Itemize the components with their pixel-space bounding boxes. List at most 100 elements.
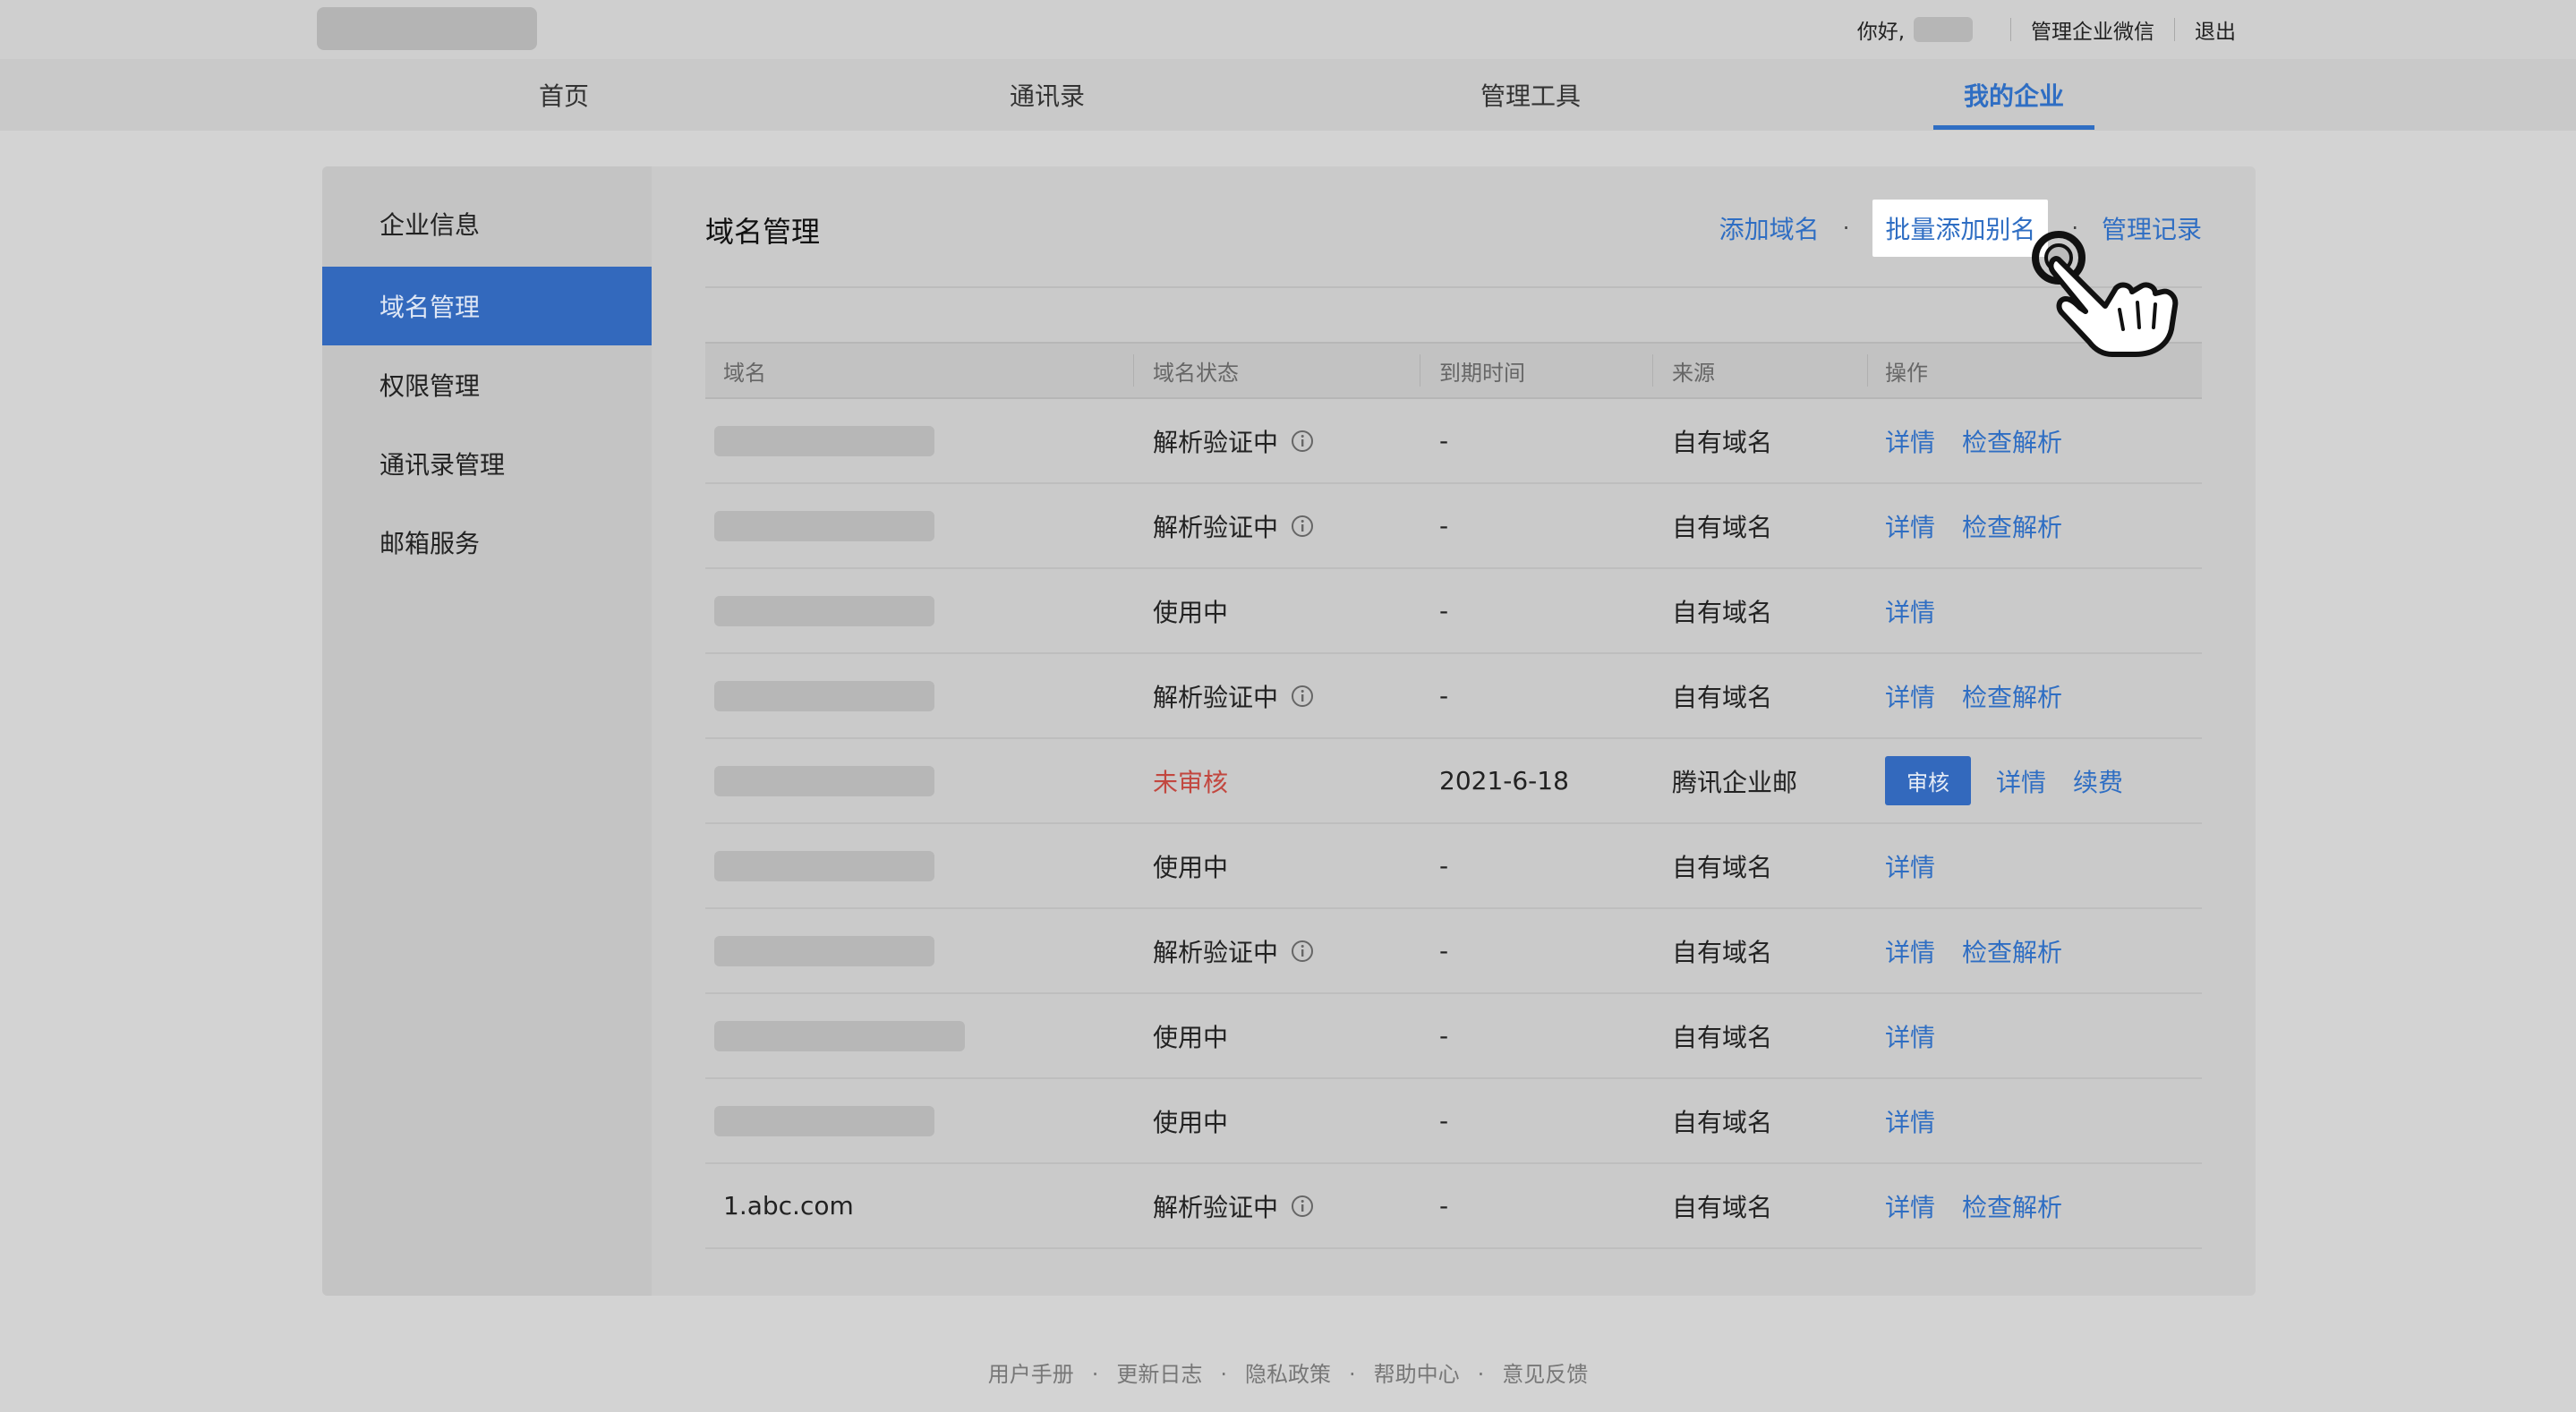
nav-tools[interactable]: 管理工具 xyxy=(1441,59,1620,131)
status-cell: 未审核 xyxy=(1153,739,1228,822)
check-dns-link[interactable]: 检查解析 xyxy=(1962,1188,2062,1224)
domain-redacted xyxy=(714,850,934,881)
table-row: 解析验证中 - 自有域名 详情 检查解析 xyxy=(705,909,2202,994)
details-link[interactable]: 详情 xyxy=(1885,933,1935,969)
details-link[interactable]: 详情 xyxy=(1885,1018,1935,1054)
source-cell: 自有域名 xyxy=(1672,682,1773,712)
source-cell: 自有域名 xyxy=(1672,427,1773,457)
domain-cell xyxy=(714,399,934,482)
source-cell: 自有域名 xyxy=(1672,1107,1773,1137)
expiry-cell: - xyxy=(1439,1021,1449,1050)
expiry-cell: - xyxy=(1439,936,1449,965)
domain-redacted xyxy=(714,595,934,626)
details-link[interactable]: 详情 xyxy=(1996,763,2046,799)
actions-cell: 详情 检查解析 xyxy=(1885,484,2089,567)
source-cell: 自有域名 xyxy=(1672,1192,1773,1222)
domain-cell: 1.abc.com xyxy=(723,1164,854,1247)
sidebar-item-mail-service[interactable]: 邮箱服务 xyxy=(322,503,652,582)
status-cell: 解析验证中 xyxy=(1153,1164,1314,1247)
actions-cell: 详情 xyxy=(1885,994,1962,1077)
domain-redacted xyxy=(714,680,934,711)
add-domain-link[interactable]: 添加域名 xyxy=(1719,210,1820,246)
expiry-cell: - xyxy=(1439,596,1449,625)
actions-cell: 详情 xyxy=(1885,1079,1962,1162)
batch-add-alias-link[interactable]: 批量添加别名 xyxy=(1872,200,2049,257)
domain-cell xyxy=(714,739,934,822)
footer-changelog[interactable]: 更新日志 xyxy=(1116,1362,1202,1387)
footer: 用户手册 · 更新日志 · 隐私政策 · 帮助中心 · 意见反馈 xyxy=(987,1362,1589,1387)
table-row: 未审核 2021-6-18 腾讯企业邮 审核 详情 续费 xyxy=(705,739,2202,824)
top-bar: 你好, 管理企业微信 退出 xyxy=(0,0,2576,59)
table-row: 解析验证中 - 自有域名 详情 检查解析 xyxy=(705,399,2202,484)
sidebar-item-company-info[interactable]: 企业信息 xyxy=(322,184,652,263)
info-icon[interactable] xyxy=(1291,515,1314,538)
footer-user-manual[interactable]: 用户手册 xyxy=(988,1362,1074,1387)
footer-help-center[interactable]: 帮助中心 xyxy=(1374,1362,1460,1387)
domain-cell xyxy=(714,654,934,737)
col-expiry: 到期时间 xyxy=(1439,360,1525,386)
domain-redacted xyxy=(714,765,934,796)
status-text: 未审核 xyxy=(1153,767,1229,797)
info-icon[interactable] xyxy=(1291,685,1314,708)
actions-cell: 详情 xyxy=(1885,824,1962,907)
info-icon[interactable] xyxy=(1291,940,1314,963)
status-text: 使用中 xyxy=(1153,1022,1229,1052)
expiry-cell: - xyxy=(1439,426,1449,455)
nav-contacts[interactable]: 通讯录 xyxy=(958,59,1137,131)
check-dns-link[interactable]: 检查解析 xyxy=(1962,678,2062,714)
status-text: 使用中 xyxy=(1153,1107,1229,1137)
sidebar-item-contacts-management[interactable]: 通讯录管理 xyxy=(322,424,652,503)
table-row: 解析验证中 - 自有域名 详情 检查解析 xyxy=(705,654,2202,739)
check-dns-link[interactable]: 检查解析 xyxy=(1962,423,2062,459)
review-button[interactable]: 审核 xyxy=(1885,756,1971,805)
expiry-cell: - xyxy=(1439,1191,1449,1221)
renew-link[interactable]: 续费 xyxy=(2073,763,2123,799)
source-cell: 自有域名 xyxy=(1672,1022,1773,1052)
domain-table: 域名 域名状态 到期时间 来源 操作 解析验证中 - 自有域名 详情 检查解析 解析验证中… xyxy=(705,342,2202,1249)
info-icon[interactable] xyxy=(1291,1195,1314,1218)
nav-my-company[interactable]: 我的企业 xyxy=(1924,59,2103,131)
check-dns-link[interactable]: 检查解析 xyxy=(1962,933,2062,969)
manage-wecom-link[interactable]: 管理企业微信 xyxy=(2031,14,2154,45)
sidebar-item-domain-management[interactable]: 域名管理 xyxy=(322,267,652,345)
domain-cell xyxy=(714,484,934,567)
domain-cell xyxy=(714,824,934,907)
domain-cell xyxy=(714,909,934,992)
status-cell: 使用中 xyxy=(1153,1079,1228,1162)
status-cell: 使用中 xyxy=(1153,824,1228,907)
footer-privacy[interactable]: 隐私政策 xyxy=(1245,1362,1331,1387)
status-cell: 解析验证中 xyxy=(1153,399,1314,482)
status-text: 使用中 xyxy=(1153,597,1229,627)
company-logo[interactable] xyxy=(317,7,537,50)
pointing-hand-icon xyxy=(2032,231,2179,357)
col-status: 域名状态 xyxy=(1153,360,1239,386)
nav-home[interactable]: 首页 xyxy=(474,59,653,131)
domain-redacted xyxy=(714,510,934,541)
actions-cell: 详情 xyxy=(1885,569,1962,652)
actions-cell: 详情 检查解析 xyxy=(1885,1164,2089,1247)
details-link[interactable]: 详情 xyxy=(1885,423,1935,459)
domain-name: 1.abc.com xyxy=(723,1191,854,1221)
sidebar-item-permissions[interactable]: 权限管理 xyxy=(322,345,652,424)
domain-cell xyxy=(714,994,965,1077)
details-link[interactable]: 详情 xyxy=(1885,593,1935,629)
logout-link[interactable]: 退出 xyxy=(2195,14,2236,45)
details-link[interactable]: 详情 xyxy=(1885,1188,1935,1224)
details-link[interactable]: 详情 xyxy=(1885,848,1935,884)
domain-redacted xyxy=(714,1105,934,1136)
expiry-cell: - xyxy=(1439,511,1449,540)
footer-feedback[interactable]: 意见反馈 xyxy=(1502,1362,1588,1387)
details-link[interactable]: 详情 xyxy=(1885,508,1935,544)
details-link[interactable]: 详情 xyxy=(1885,1103,1935,1139)
details-link[interactable]: 详情 xyxy=(1885,678,1935,714)
expiry-cell: - xyxy=(1439,681,1449,710)
source-cell: 自有域名 xyxy=(1672,852,1773,882)
check-dns-link[interactable]: 检查解析 xyxy=(1962,508,2062,544)
actions-cell: 详情 检查解析 xyxy=(1885,654,2089,737)
main-nav: 首页 通讯录 管理工具 我的企业 xyxy=(0,59,2576,131)
table-body: 解析验证中 - 自有域名 详情 检查解析 解析验证中 - 自有域名 详情 检查解析 使用中 - 自有域名… xyxy=(705,399,2202,1249)
status-cell: 解析验证中 xyxy=(1153,654,1314,737)
source-cell: 自有域名 xyxy=(1672,512,1773,542)
info-icon[interactable] xyxy=(1291,430,1314,453)
domain-redacted xyxy=(714,1020,965,1051)
